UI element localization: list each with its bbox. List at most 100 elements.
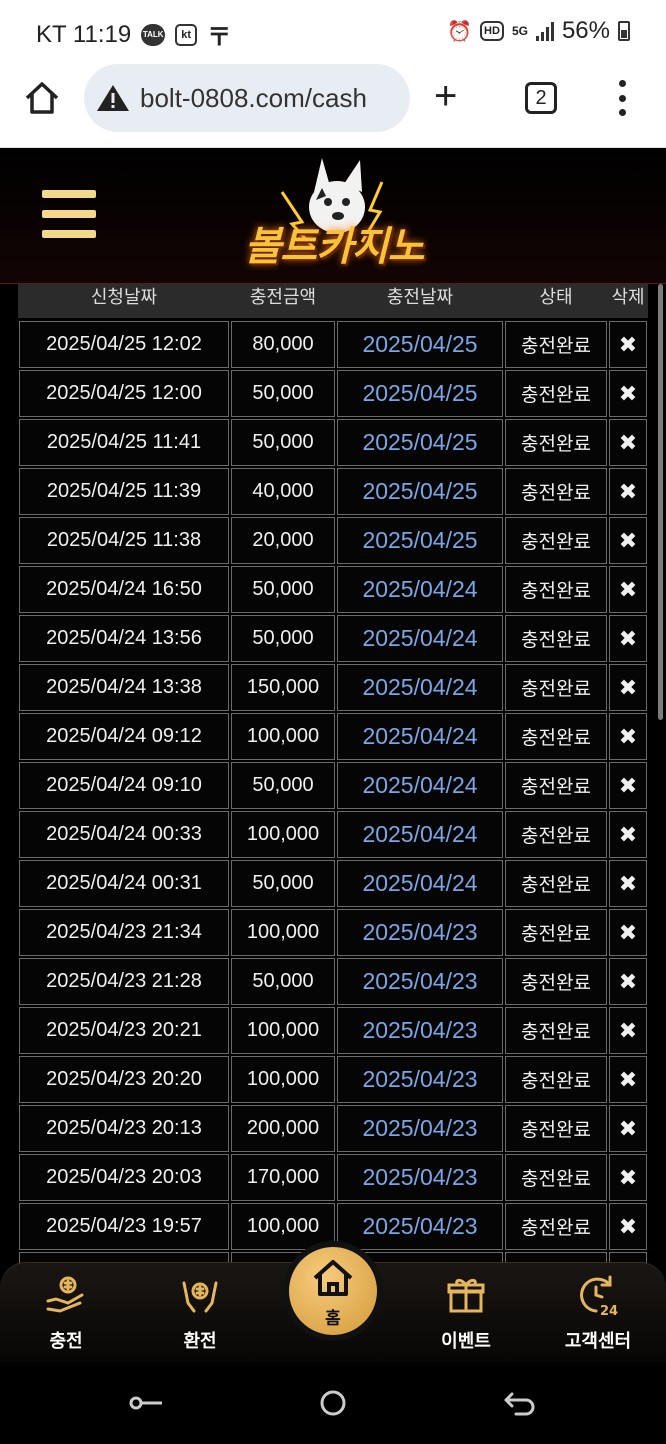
delete-button[interactable]: ✖ bbox=[609, 909, 647, 956]
nav-withdraw[interactable]: 환전 bbox=[150, 1273, 250, 1353]
t-app-icon: 〒 bbox=[207, 24, 232, 51]
cell-requested: 2025/04/25 12:02 bbox=[19, 321, 229, 368]
delete-button[interactable]: ✖ bbox=[609, 1203, 647, 1250]
delete-button[interactable]: ✖ bbox=[609, 517, 647, 564]
cell-charged: 2025/04/23 bbox=[337, 909, 503, 956]
site-header: 볼트카지노 bbox=[0, 148, 666, 284]
delete-button[interactable]: ✖ bbox=[609, 566, 647, 613]
browser-menu-button[interactable] bbox=[612, 80, 632, 116]
cell-amount: 170,000 bbox=[231, 1154, 335, 1201]
cell-status: 충전완료 bbox=[505, 958, 607, 1005]
tab-switcher-button[interactable]: 2 bbox=[525, 82, 557, 114]
cell-charged: 2025/04/23 bbox=[337, 1203, 503, 1250]
cell-status: 충전완료 bbox=[505, 664, 607, 711]
nav-home[interactable]: 홈 bbox=[283, 1241, 383, 1341]
cell-requested: 2025/04/25 11:38 bbox=[19, 517, 229, 564]
table-row: 2025/04/24 13:38 150,000 2025/04/24 충전완료 ✖ bbox=[18, 663, 648, 712]
cell-requested: 2025/04/25 11:41 bbox=[19, 419, 229, 466]
delete-button[interactable]: ✖ bbox=[609, 1007, 647, 1054]
address-bar[interactable]: bolt-0808.com/cash bbox=[84, 64, 410, 132]
nav-withdraw-label: 환전 bbox=[183, 1331, 217, 1351]
hamburger-menu-button[interactable] bbox=[42, 190, 96, 238]
5g-icon: 5G bbox=[511, 24, 528, 38]
nav-event[interactable]: 이벤트 bbox=[416, 1273, 516, 1353]
table-row: 2025/04/23 21:34 100,000 2025/04/23 충전완료 ✖ bbox=[18, 908, 648, 957]
delete-button[interactable]: ✖ bbox=[609, 370, 647, 417]
cell-status: 충전완료 bbox=[505, 811, 607, 858]
cell-amount: 50,000 bbox=[231, 860, 335, 907]
cell-requested: 2025/04/24 16:50 bbox=[19, 566, 229, 613]
table-row: 2025/04/25 12:02 80,000 2025/04/25 충전완료 ✖ bbox=[18, 320, 648, 369]
table-row: 2025/04/24 00:31 50,000 2025/04/24 충전완료 ✖ bbox=[18, 859, 648, 908]
cell-charged: 2025/04/25 bbox=[337, 468, 503, 515]
cell-status: 충전완료 bbox=[505, 566, 607, 613]
delete-button[interactable]: ✖ bbox=[609, 1154, 647, 1201]
table-row: 2025/04/23 20:03 170,000 2025/04/23 충전완료 ✖ bbox=[18, 1153, 648, 1202]
page-scrollbar[interactable] bbox=[658, 284, 663, 720]
table-row: 2025/04/24 13:56 50,000 2025/04/24 충전완료 ✖ bbox=[18, 614, 648, 663]
delete-button[interactable]: ✖ bbox=[609, 1105, 647, 1152]
nav-support[interactable]: 24 고객센터 bbox=[548, 1273, 648, 1353]
cell-amount: 50,000 bbox=[231, 566, 335, 613]
header-charged-date: 충전날짜 bbox=[386, 287, 454, 307]
cell-charged: 2025/04/25 bbox=[337, 321, 503, 368]
cell-amount: 100,000 bbox=[231, 909, 335, 956]
back-button[interactable] bbox=[498, 1388, 538, 1418]
url-text: bolt-0808.com/cash bbox=[140, 82, 367, 113]
battery-icon bbox=[618, 21, 630, 41]
delete-button[interactable]: ✖ bbox=[609, 664, 647, 711]
cell-amount: 20,000 bbox=[231, 517, 335, 564]
delete-button[interactable]: ✖ bbox=[609, 958, 647, 1005]
delete-button[interactable]: ✖ bbox=[609, 321, 647, 368]
delete-button[interactable]: ✖ bbox=[609, 860, 647, 907]
browser-home-button[interactable] bbox=[22, 78, 62, 118]
header-amount: 충전금액 bbox=[249, 287, 317, 307]
cell-status: 충전완료 bbox=[505, 1154, 607, 1201]
delete-button[interactable]: ✖ bbox=[609, 419, 647, 466]
carrier-time: KT 11:19 bbox=[36, 20, 132, 48]
table-row: 2025/04/25 12:00 50,000 2025/04/25 충전완료 ✖ bbox=[18, 369, 648, 418]
cell-status: 충전완료 bbox=[505, 1007, 607, 1054]
browser-toolbar: bolt-0808.com/cash + 2 bbox=[0, 62, 666, 148]
logo-text: 볼트카지노 bbox=[244, 225, 425, 269]
cell-status: 충전완료 bbox=[505, 909, 607, 956]
cell-requested: 2025/04/23 20:20 bbox=[19, 1056, 229, 1103]
delete-button[interactable]: ✖ bbox=[609, 713, 647, 760]
status-bar: KT 11:19 TALK kt 〒 ⏰ HD 5G 56% bbox=[0, 0, 666, 62]
delete-button[interactable]: ✖ bbox=[609, 615, 647, 662]
recent-apps-button[interactable] bbox=[128, 1388, 168, 1418]
cell-charged: 2025/04/24 bbox=[337, 713, 503, 760]
cell-amount: 50,000 bbox=[231, 419, 335, 466]
cell-charged: 2025/04/23 bbox=[337, 1154, 503, 1201]
cell-status: 충전완료 bbox=[505, 1056, 607, 1103]
cell-charged: 2025/04/24 bbox=[337, 860, 503, 907]
table-row: 2025/04/23 20:20 100,000 2025/04/23 충전완료 ✖ bbox=[18, 1055, 648, 1104]
status-right: ⏰ HD 5G 56% bbox=[447, 17, 630, 45]
system-home-button[interactable] bbox=[313, 1388, 353, 1418]
kakaotalk-icon: TALK bbox=[141, 23, 166, 46]
cell-amount: 50,000 bbox=[231, 958, 335, 1005]
cell-amount: 80,000 bbox=[231, 321, 335, 368]
cell-requested: 2025/04/23 21:28 bbox=[19, 958, 229, 1005]
cell-amount: 200,000 bbox=[231, 1105, 335, 1152]
delete-button[interactable]: ✖ bbox=[609, 811, 647, 858]
cell-status: 충전완료 bbox=[505, 370, 607, 417]
nav-deposit[interactable]: 충전 bbox=[16, 1273, 116, 1353]
cell-charged: 2025/04/23 bbox=[337, 1056, 503, 1103]
deposit-history-table: 신청날짜 충전금액 충전날짜 상태 삭제 2025/04/25 12:02 80,… bbox=[0, 284, 666, 1264]
delete-button[interactable]: ✖ bbox=[609, 762, 647, 809]
table-header: 신청날짜 충전금액 충전날짜 상태 삭제 bbox=[18, 284, 648, 318]
hd-icon: HD bbox=[480, 21, 504, 41]
delete-button[interactable]: ✖ bbox=[609, 1056, 647, 1103]
cell-charged: 2025/04/25 bbox=[337, 370, 503, 417]
table-body: 2025/04/25 12:02 80,000 2025/04/25 충전완료 ✖ 20… bbox=[18, 320, 648, 1264]
warning-icon[interactable] bbox=[96, 83, 130, 113]
table-row: 2025/04/23 20:21 100,000 2025/04/23 충전완료 ✖ bbox=[18, 1006, 648, 1055]
cell-requested: 2025/04/24 13:38 bbox=[19, 664, 229, 711]
circle-home-icon bbox=[320, 1390, 346, 1416]
back-arrow-icon bbox=[504, 1392, 535, 1416]
new-tab-button[interactable]: + bbox=[434, 76, 457, 116]
site-logo[interactable]: 볼트카지노 bbox=[222, 152, 446, 278]
delete-button[interactable]: ✖ bbox=[609, 468, 647, 515]
system-nav-bar bbox=[0, 1362, 666, 1444]
